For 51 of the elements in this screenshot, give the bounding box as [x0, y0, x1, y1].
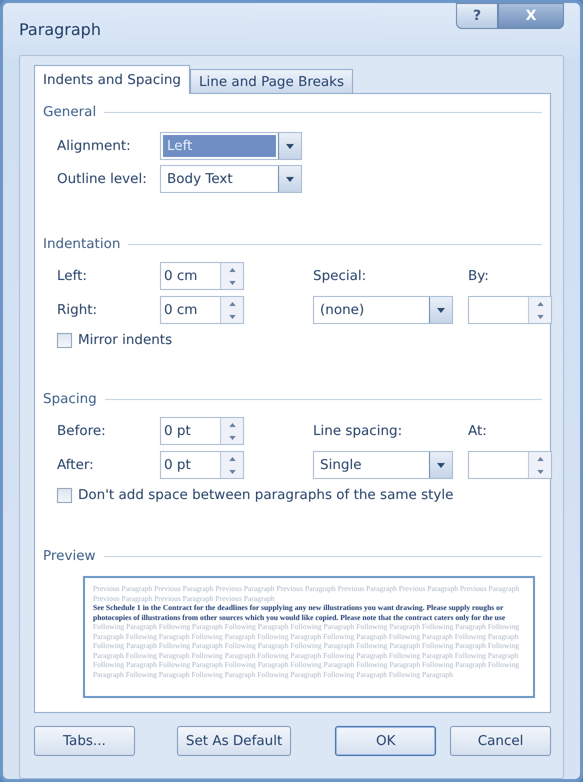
- dropdown[interactable]: (none): [313, 296, 453, 324]
- field-label: By:: [468, 268, 490, 284]
- spin-up-icon[interactable]: [536, 302, 544, 306]
- field-label: Left:: [57, 268, 88, 284]
- section-title: General: [43, 104, 96, 120]
- field-label: After:: [57, 457, 95, 473]
- spin-up-icon[interactable]: [228, 268, 236, 272]
- tab[interactable]: Line and Page Breaks: [190, 69, 354, 93]
- checkbox-label[interactable]: Mirror indents: [78, 332, 172, 348]
- spin-down-icon[interactable]: [536, 314, 544, 318]
- cancel-button[interactable]: Cancel: [450, 726, 552, 756]
- caret-icon: [437, 308, 445, 312]
- checkbox[interactable]: [57, 488, 72, 502]
- field-label: Line spacing:: [313, 423, 404, 439]
- field-label: Alignment:: [57, 138, 132, 154]
- ok-button[interactable]: OK: [335, 726, 436, 756]
- field-label: Right:: [57, 302, 98, 318]
- spin-field[interactable]: 0 cm: [160, 262, 244, 290]
- checkbox-label[interactable]: Don't add space between paragraphs of the same style: [78, 487, 454, 503]
- section-title: Preview: [43, 548, 96, 564]
- field-label: Before:: [57, 423, 107, 439]
- field-label: At:: [468, 423, 488, 439]
- spin-up-icon[interactable]: [228, 422, 236, 426]
- spin-field[interactable]: [468, 451, 552, 479]
- help-button[interactable]: ?: [456, 3, 498, 29]
- spin-field[interactable]: 0 cm: [160, 296, 244, 324]
- dropdown[interactable]: Single: [313, 451, 453, 479]
- spin-down-icon[interactable]: [536, 470, 544, 474]
- dropdown[interactable]: Body Text: [160, 165, 302, 193]
- spin-field[interactable]: 0 pt: [160, 451, 244, 479]
- spin-field[interactable]: [468, 296, 552, 324]
- spin-up-icon[interactable]: [228, 456, 236, 460]
- caret-icon: [286, 144, 294, 148]
- spin-up-icon[interactable]: [536, 456, 544, 460]
- spin-down-icon[interactable]: [228, 280, 236, 284]
- section-title: Spacing: [43, 391, 97, 407]
- spin-down-icon[interactable]: [228, 470, 236, 474]
- spin-field[interactable]: 0 pt: [160, 417, 244, 445]
- caret-icon: [437, 462, 445, 468]
- section-title: Indentation: [43, 236, 120, 252]
- spin-up-icon[interactable]: [228, 302, 236, 306]
- tab[interactable]: Indents and Spacing: [34, 65, 190, 94]
- set-default-button[interactable]: Set As Default: [176, 726, 292, 756]
- spin-down-icon[interactable]: [228, 436, 236, 440]
- field-label: Special:: [313, 268, 368, 284]
- checkbox[interactable]: [57, 332, 72, 348]
- window-title: Paragraph: [19, 20, 101, 39]
- spin-down-icon[interactable]: [228, 314, 236, 318]
- tabs-button[interactable]: Tabs...: [34, 726, 135, 756]
- field-label: Outline level:: [57, 171, 148, 187]
- caret-icon: [286, 176, 294, 182]
